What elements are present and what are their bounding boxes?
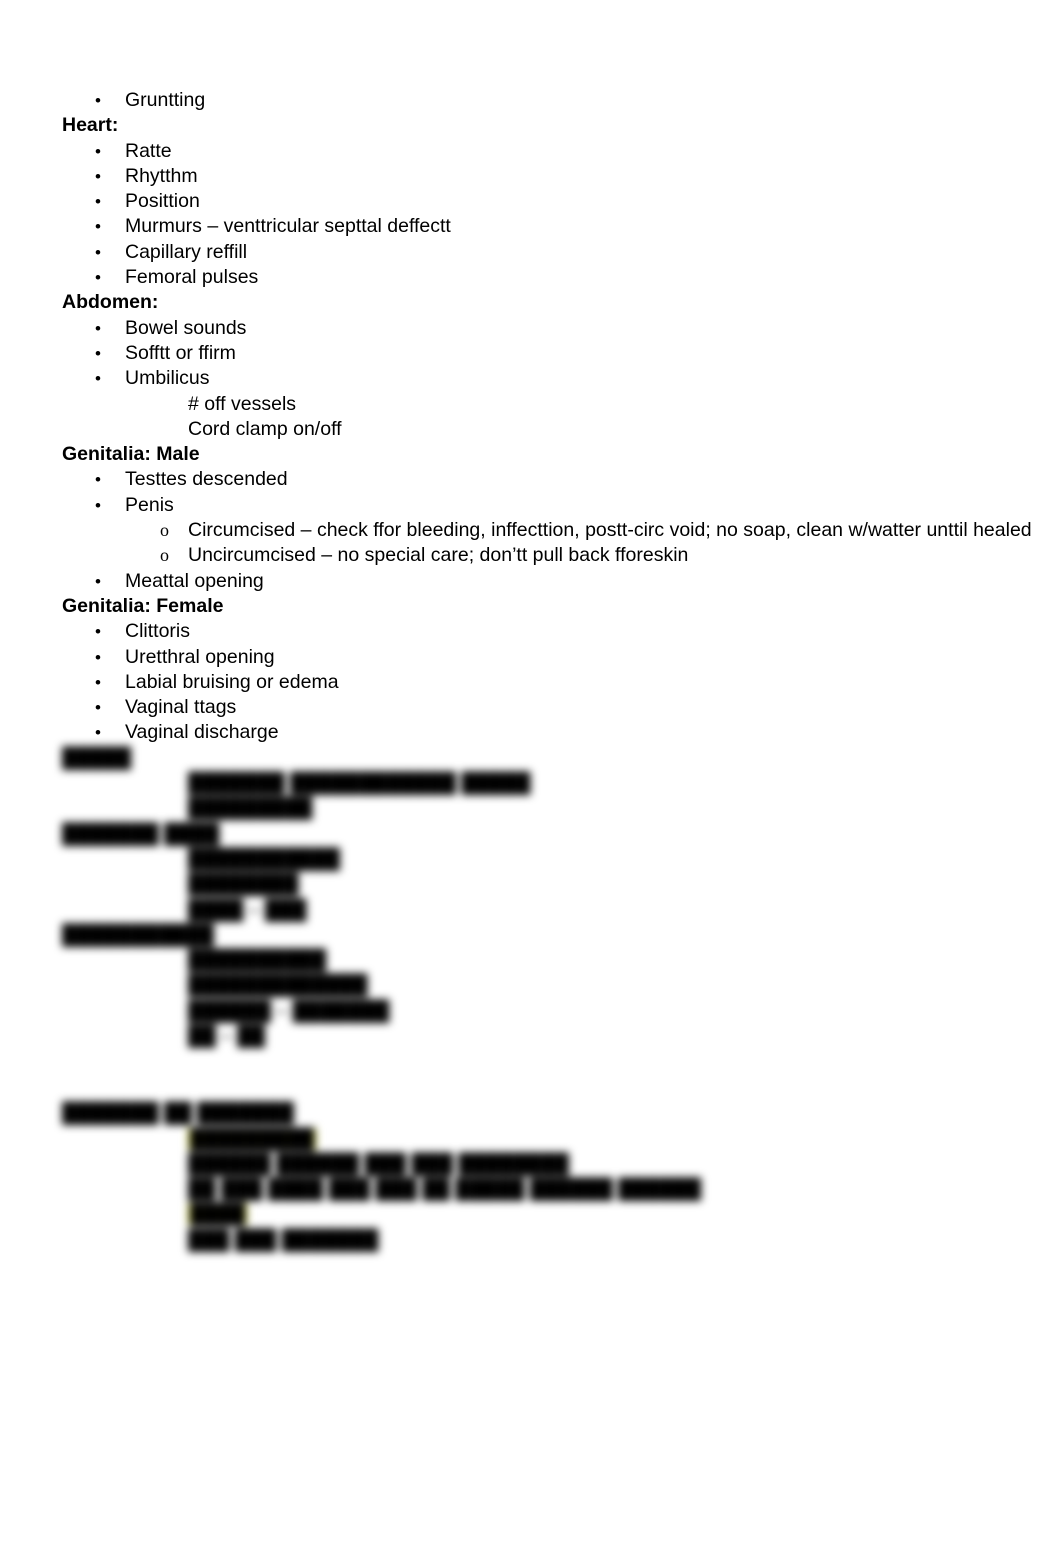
redacted-line: ██████ – ███████: [188, 999, 390, 1022]
redacted-line: ███████████: [188, 847, 340, 870]
document-body: • Gruntting Heart: • Ratte • Rhytthm • P…: [62, 88, 1032, 1253]
section-abdomen: Abdomen: • Bowel sounds • Sofftt or ffir…: [62, 290, 1030, 442]
bullet-marker: •: [95, 698, 101, 718]
list-item: • Vaginal ttags: [62, 695, 1030, 720]
list-item-label: Gruntting: [125, 89, 206, 111]
list-item-label: Uretthral opening: [125, 645, 275, 668]
section-genitalia-female: Genitalia: Female • Clittoris • Uretthra…: [62, 594, 1030, 746]
redacted-line: ██ – ██: [188, 1024, 265, 1047]
section-heading-heart: Heart:: [62, 114, 119, 137]
bullet-marker: •: [95, 647, 101, 667]
list-item-label: Vaginal ttags: [125, 696, 237, 719]
redacted-block-4: ███████ ██ ███████ █████████ ██████ ████…: [62, 1101, 1030, 1253]
bullet-marker: •: [95, 268, 101, 288]
list-item: • Capillary reffill: [62, 240, 1030, 265]
redacted-line: ████ – ███: [188, 898, 307, 921]
redacted-line: ██████████: [188, 949, 327, 972]
redacted-line: ██ ███ ████ ███ ███ ██ █████ ██████ ████…: [188, 1178, 702, 1201]
redacted-region: █████ ███████ ████████████ █████ ███████…: [62, 746, 1030, 1253]
bullet-marker: •: [95, 91, 101, 110]
redacted-block-2: ███████ ████ ███████████ ████████ ████ –…: [62, 822, 1030, 923]
bullet-marker: •: [95, 571, 101, 591]
list-item: • Gruntting: [62, 88, 1030, 113]
list-item: • Sofftt or ffirm: [62, 341, 1030, 366]
redacted-line: ████████: [188, 873, 299, 896]
bullet-marker: •: [95, 166, 101, 186]
list-item: • Bowel sounds: [62, 316, 1030, 341]
redacted-line: █████████████: [188, 974, 368, 997]
sub-note: Cord clamp on/off: [188, 417, 342, 440]
list-item-label: Ratte: [125, 139, 172, 162]
bullet-marker: •: [95, 192, 101, 212]
bullet-marker: •: [95, 622, 101, 642]
sub-list-item: o Uncircumcised – no special care; don’t…: [62, 543, 1030, 568]
redacted-block-3: ███████████ ██████████ █████████████ ███…: [62, 923, 1030, 1049]
list-item: • Penis: [62, 493, 1030, 518]
bullet-marker: •: [95, 242, 101, 262]
bullet-marker: •: [95, 343, 101, 363]
list-item-label: Murmurs – venttricular septtal deffectt: [125, 215, 451, 238]
sub-list-item-label: Circumcised – check ffor bleeding, inffe…: [188, 519, 1032, 542]
redacted-heading: ███████ ████: [62, 822, 220, 845]
list-item-label: Penis: [125, 493, 174, 516]
sub-bullet-marker: o: [160, 520, 169, 541]
list-item: • Umbilicus: [62, 366, 1030, 391]
list-item: • Uretthral opening: [62, 645, 1030, 670]
list-item-label: Testtes descended: [125, 468, 288, 491]
list-item-label: Sofftt or ffirm: [125, 341, 236, 364]
bullet-marker: •: [95, 470, 101, 490]
bullet-marker: •: [95, 141, 101, 161]
redacted-heading: █████: [62, 746, 132, 769]
list-item: • Labial bruising or edema: [62, 670, 1030, 695]
highlight-marker: █████████: [188, 1127, 317, 1150]
bullet-marker: •: [95, 369, 101, 389]
list-item: • Femoral pulses: [62, 265, 1030, 290]
section-heading-abdomen: Abdomen:: [62, 291, 159, 314]
list-item: • Posittion: [62, 189, 1030, 214]
list-item: • Murmurs – venttricular septtal deffect…: [62, 214, 1030, 239]
bullet-marker: •: [95, 217, 101, 237]
list-item-label: Labial bruising or edema: [125, 670, 339, 693]
list-item: • Vaginal discharge: [62, 720, 1030, 745]
section-heading-genitalia-male: Genitalia: Male: [62, 443, 200, 466]
redacted-line: ███████ ████████████ █████: [188, 772, 531, 795]
list-item-label: Umbilicus: [125, 367, 210, 390]
highlight-marker: ████: [188, 1203, 248, 1226]
redacted-heading: ███████ ██ ███████: [62, 1102, 294, 1125]
list-item-label: Rhytthm: [125, 164, 198, 187]
redacted-line: ███ ███ ███████: [188, 1228, 379, 1251]
sub-bullet-marker: o: [160, 545, 169, 566]
list-item: • Testtes descended: [62, 467, 1030, 492]
sub-list-item-label: Uncircumcised – no special care; don’tt …: [188, 544, 689, 567]
bullet-marker: •: [95, 723, 101, 743]
list-item-label: Clittoris: [125, 620, 191, 643]
bullet-marker: •: [95, 495, 101, 515]
list-item-label: Vaginal discharge: [125, 721, 279, 744]
section-heading-genitalia-female: Genitalia: Female: [62, 594, 224, 617]
list-item-label: Femoral pulses: [125, 266, 259, 289]
bullet-marker: •: [95, 318, 101, 338]
redacted-line-highlighted: █████████: [188, 1127, 1030, 1152]
list-item: • Clittoris: [62, 619, 1030, 644]
redacted-line-highlighted: ████: [188, 1202, 1030, 1227]
redacted-line: ██████ ██████ ███ ███ ████████: [188, 1152, 569, 1175]
sub-note: # off vessels: [188, 392, 297, 415]
list-item: • Meattal opening: [62, 569, 1030, 594]
bullet-marker: •: [95, 672, 101, 692]
document-page: • Gruntting Heart: • Ratte • Rhytthm • P…: [0, 0, 1062, 1556]
redacted-block-1: █████ ███████ ████████████ █████ ███████…: [62, 746, 1030, 822]
section-respiratory-continued: • Gruntting: [62, 88, 1030, 113]
section-genitalia-male: Genitalia: Male • Testtes descended • Pe…: [62, 442, 1032, 594]
sub-list-item: o Circumcised – check ffor bleeding, inf…: [62, 518, 1032, 543]
list-item-label: Meattal opening: [125, 569, 264, 592]
section-heart: Heart: • Ratte • Rhytthm • Posittion • M…: [62, 113, 1030, 290]
redacted-line: █████████: [188, 797, 313, 820]
list-item-label: Bowel sounds: [125, 316, 247, 339]
list-item: • Ratte: [62, 139, 1030, 164]
list-item: • Rhytthm: [62, 164, 1030, 189]
list-item-label: Capillary reffill: [125, 240, 248, 263]
list-item-label: Posittion: [125, 190, 200, 213]
redacted-heading: ███████████: [62, 923, 214, 946]
